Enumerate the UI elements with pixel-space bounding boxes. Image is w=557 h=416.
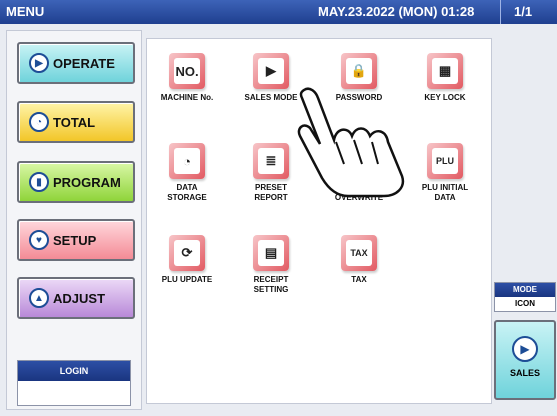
tile-label: TAX [351, 275, 367, 284]
sales-button[interactable]: ▶ SALES [494, 320, 556, 400]
program-button[interactable]: ▮ PROGRAM [17, 161, 135, 203]
overwrite-icon: ✎ [346, 148, 372, 174]
login-box[interactable]: LOGIN [17, 360, 131, 406]
top-bar: MENU MAY.23.2022 (MON) 01:28 1/1 [0, 0, 557, 24]
datetime: MAY.23.2022 (MON) 01:28 [318, 4, 475, 19]
tile-password[interactable]: 🔒 PASSWORD [319, 53, 399, 133]
tile-plu-update[interactable]: ⟳ PLU UPDATE [147, 235, 227, 315]
total-button[interactable]: ◔ TOTAL [17, 101, 135, 143]
adjust-button[interactable]: ▲ ADJUST [17, 277, 135, 319]
tile-label: PASSWORD [335, 93, 383, 102]
tile-tax[interactable]: TAX TAX [319, 235, 399, 315]
report-icon: ≣ [258, 148, 284, 174]
tile-sales-mode[interactable]: ▶ SALES MODE [231, 53, 311, 133]
tile-label: SALES MODE [244, 93, 298, 102]
page-divider [500, 0, 501, 24]
tile-label: PLU INITIAL DATA [421, 183, 469, 202]
setup-icon: ♥ [29, 230, 49, 250]
tile-receipt-setting[interactable]: ▤ RECEIPT SETTING [231, 235, 311, 315]
operate-label: OPERATE [53, 55, 115, 71]
tile-plu-overwrite[interactable]: ✎ PLU OVERWRITE [319, 143, 399, 223]
setup-button[interactable]: ♥ SETUP [17, 219, 135, 261]
adjust-label: ADJUST [53, 290, 106, 306]
tile-label: RECEIPT SETTING [253, 275, 289, 294]
key-lock-icon: ▦ [432, 58, 458, 84]
tile-label: MACHINE No. [160, 93, 214, 102]
left-menu-panel: ▶ OPERATE ◔ TOTAL ▮ PROGRAM ♥ SETUP ▲ AD… [6, 30, 142, 410]
page-indicator: 1/1 [514, 4, 533, 19]
receipt-icon: ▤ [258, 240, 284, 266]
tile-label: PLU UPDATE [161, 275, 213, 284]
total-label: TOTAL [53, 114, 96, 130]
play-circle-icon: ▶ [29, 53, 49, 73]
icon-grid-panel: NO. MACHINE No. ▶ SALES MODE 🔒 PASSWORD … [146, 38, 492, 404]
operate-button[interactable]: ▶ OPERATE [17, 42, 135, 84]
tile-key-lock[interactable]: ▦ KEY LOCK [405, 53, 485, 133]
tile-label: DATA STORAGE [167, 183, 207, 202]
clock-icon: ◔ [29, 112, 49, 132]
tile-preset-report[interactable]: ≣ PRESET REPORT [231, 143, 311, 223]
book-icon: ▮ [29, 172, 49, 192]
mode-label: MODE [495, 283, 555, 297]
storage-icon: ◔ [174, 148, 200, 174]
plu-initial-icon: PLU [432, 148, 458, 174]
lock-icon: 🔒 [346, 58, 372, 84]
mode-value: ICON [515, 299, 535, 308]
machine-number-icon: NO. [174, 58, 200, 84]
tile-label: PRESET REPORT [254, 183, 288, 202]
tile-label: PLU OVERWRITE [334, 183, 384, 202]
program-label: PROGRAM [53, 174, 121, 190]
tile-data-storage[interactable]: ◔ DATA STORAGE [147, 143, 227, 223]
tax-icon: TAX [346, 240, 372, 266]
play-circle-icon: ▶ [512, 336, 538, 362]
setup-label: SETUP [53, 232, 97, 248]
mode-box[interactable]: MODE ICON [494, 282, 556, 312]
menu-title: MENU [6, 4, 45, 19]
tile-plu-initial-data[interactable]: PLU PLU INITIAL DATA [405, 143, 485, 223]
login-label: LOGIN [18, 361, 130, 381]
tile-label: KEY LOCK [424, 93, 466, 102]
sales-mode-icon: ▶ [258, 58, 284, 84]
scale-icon: ▲ [29, 288, 49, 308]
tile-machine-no[interactable]: NO. MACHINE No. [147, 53, 227, 133]
plu-update-icon: ⟳ [174, 240, 200, 266]
sales-label: SALES [509, 368, 540, 378]
